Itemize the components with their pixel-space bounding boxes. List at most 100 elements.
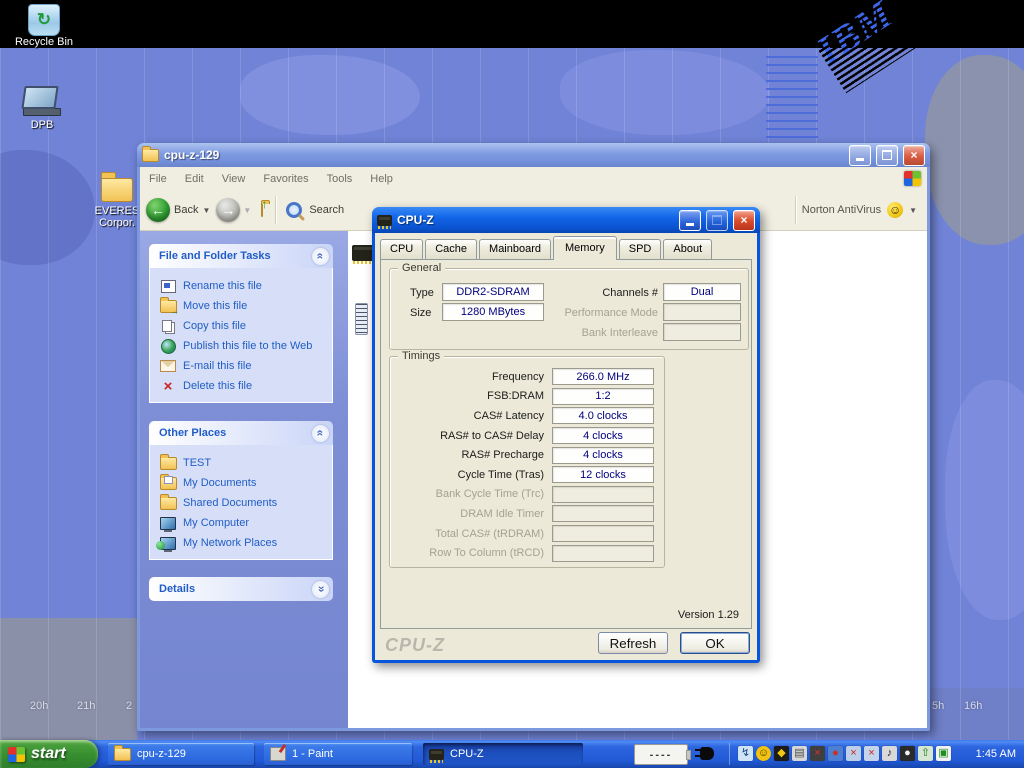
taskbar-task-cpu-z-129[interactable]: cpu-z-129 <box>108 743 254 765</box>
timezone-label: 20h <box>30 700 48 712</box>
panel-header[interactable]: Details « <box>149 577 333 601</box>
file-icon-ruler[interactable] <box>355 303 368 335</box>
timing-row-frequency: Frequency266.0 MHz <box>396 367 658 387</box>
task-rename-this-file[interactable]: Rename this file <box>160 276 328 296</box>
menu-file[interactable]: File <box>140 173 176 185</box>
tray-wireless-disconnected-icon[interactable]: × <box>864 746 879 761</box>
tab-cpu[interactable]: CPU <box>380 239 423 259</box>
timing-row-ras-precharge: RAS# Precharge4 clocks <box>396 445 658 465</box>
explorer-title-bar[interactable]: cpu-z-129 × <box>137 143 930 167</box>
menu-favorites[interactable]: Favorites <box>254 173 317 185</box>
cpuz-title-bar[interactable]: CPU-Z × <box>372 207 760 233</box>
place-my-network-places[interactable]: My Network Places <box>160 533 328 553</box>
general-groupbox: General Type DDR2-SDRAM Size 1280 MBytes… <box>389 268 749 350</box>
explorer-menu-bar: File Edit View Favorites Tools Help <box>140 167 927 191</box>
up-button[interactable]: ↑ <box>261 204 263 216</box>
tray-messenger-icon[interactable]: ● <box>828 746 843 761</box>
start-button[interactable]: start <box>0 740 98 768</box>
menu-edit[interactable]: Edit <box>176 173 213 185</box>
taskbar: start cpu-z-129 1 - Paint CPU-Z ---- ↯ ☺… <box>0 740 1024 768</box>
timing-row-fsb-dram: FSB:DRAM1:2 <box>396 387 658 407</box>
minimize-button[interactable] <box>849 145 871 166</box>
tab-memory[interactable]: Memory <box>553 236 617 260</box>
memory-size-value: 1280 MBytes <box>442 303 544 321</box>
place-test[interactable]: TEST <box>160 453 328 473</box>
toolbar-separator <box>795 196 796 224</box>
tab-cache[interactable]: Cache <box>425 239 477 259</box>
expand-chevron-icon[interactable]: « <box>312 581 329 598</box>
norton-antivirus-button[interactable]: Norton AntiVirus ☺ ▼ <box>802 202 917 218</box>
tray-ghost-icon[interactable]: ● <box>900 746 915 761</box>
file-icon-chip[interactable] <box>352 245 374 261</box>
tab-spd[interactable]: SPD <box>619 239 662 259</box>
tray-network-disconnected-icon[interactable]: × <box>846 746 861 761</box>
place-shared-documents[interactable]: Shared Documents <box>160 493 328 513</box>
ok-button[interactable]: OK <box>680 632 750 654</box>
version-label: Version 1.29 <box>678 609 739 621</box>
forward-button[interactable]: → ▼ <box>216 198 251 222</box>
cpuz-client-area: CPU Cache Mainboard Memory SPD About Gen… <box>375 233 757 660</box>
cpuz-logo: CPU-Z <box>385 635 445 656</box>
forward-dropdown-icon[interactable]: ▼ <box>243 206 251 215</box>
tray-offline-files-icon[interactable]: × <box>810 746 825 761</box>
minimize-button[interactable] <box>679 210 701 231</box>
move-icon: → <box>160 299 176 313</box>
shared-documents-icon <box>160 496 176 510</box>
bank-interleave-value <box>663 323 741 341</box>
tray-volume-icon[interactable]: ♪ <box>882 746 897 761</box>
menu-tools[interactable]: Tools <box>318 173 362 185</box>
timings-groupbox: Timings Frequency266.0 MHz FSB:DRAM1:2 C… <box>389 356 665 568</box>
panel-header[interactable]: File and Folder Tasks « <box>149 244 333 268</box>
cpuz-tabs: CPU Cache Mainboard Memory SPD About <box>380 237 714 259</box>
timing-row-cycle-time: Cycle Time (Tras)12 clocks <box>396 465 658 485</box>
menu-help[interactable]: Help <box>361 173 402 185</box>
delete-icon: × <box>160 379 176 393</box>
place-my-documents[interactable]: My Documents <box>160 473 328 493</box>
search-button[interactable]: Search <box>286 202 344 218</box>
my-network-icon <box>160 536 176 550</box>
cpuz-window: CPU-Z × CPU Cache Mainboard Memory SPD A… <box>372 207 760 663</box>
my-documents-icon <box>160 476 176 490</box>
tray-vnc-icon[interactable]: ▣ <box>936 746 951 761</box>
collapse-chevron-icon[interactable]: « <box>312 248 329 265</box>
tray-power-scheme-icon[interactable]: ↯ <box>738 746 753 761</box>
tab-about[interactable]: About <box>663 239 712 259</box>
place-my-computer[interactable]: My Computer <box>160 513 328 533</box>
wallpaper-barcode-lines <box>766 56 818 142</box>
task-email-this-file[interactable]: E-mail this file <box>160 356 328 376</box>
desktop-icon-dpb[interactable]: DPB <box>10 86 74 131</box>
taskbar-task-paint[interactable]: 1 - Paint <box>264 743 412 765</box>
task-publish-to-web[interactable]: Publish this file to the Web <box>160 336 328 356</box>
channels-value: Dual <box>663 283 741 301</box>
battery-meter[interactable]: ---- <box>634 744 688 765</box>
refresh-button[interactable]: Refresh <box>598 632 668 654</box>
task-move-this-file[interactable]: → Move this file <box>160 296 328 316</box>
task-copy-this-file[interactable]: Copy this file <box>160 316 328 336</box>
maximize-button[interactable] <box>876 145 898 166</box>
task-delete-this-file[interactable]: × Delete this file <box>160 376 328 396</box>
close-button[interactable]: × <box>733 210 755 231</box>
tray-liveupdate-icon[interactable]: ◆ <box>774 746 789 761</box>
back-icon: ← <box>146 198 170 222</box>
chip-icon <box>377 215 392 226</box>
back-dropdown-icon[interactable]: ▼ <box>202 206 210 215</box>
taskbar-clock[interactable]: 1:45 AM <box>976 740 1016 768</box>
timing-row-row-to-column: Row To Column (tRCD) <box>396 543 658 563</box>
rename-icon <box>160 279 176 293</box>
close-button[interactable]: × <box>903 145 925 166</box>
toolbar-separator <box>275 196 276 224</box>
back-button[interactable]: ← Back ▼ <box>146 198 210 222</box>
tray-safely-remove-icon[interactable]: ⇧ <box>918 746 933 761</box>
cpuz-window-title: CPU-Z <box>397 213 674 227</box>
panel-file-folder-tasks: File and Folder Tasks « Rename this file… <box>149 244 333 403</box>
taskbar-task-cpuz[interactable]: CPU-Z <box>423 743 583 765</box>
menu-view[interactable]: View <box>213 173 255 185</box>
tab-mainboard[interactable]: Mainboard <box>479 239 551 259</box>
norton-dropdown-icon[interactable]: ▼ <box>909 206 917 215</box>
panel-header[interactable]: Other Places « <box>149 421 333 445</box>
tray-printer-icon[interactable]: ▤ <box>792 746 807 761</box>
desktop-icon-recycle-bin[interactable]: ↻ Recycle Bin <box>12 4 76 48</box>
copy-icon <box>160 319 176 333</box>
collapse-chevron-icon[interactable]: « <box>312 425 329 442</box>
tray-norton-antivirus-icon[interactable]: ☺ <box>756 746 771 761</box>
